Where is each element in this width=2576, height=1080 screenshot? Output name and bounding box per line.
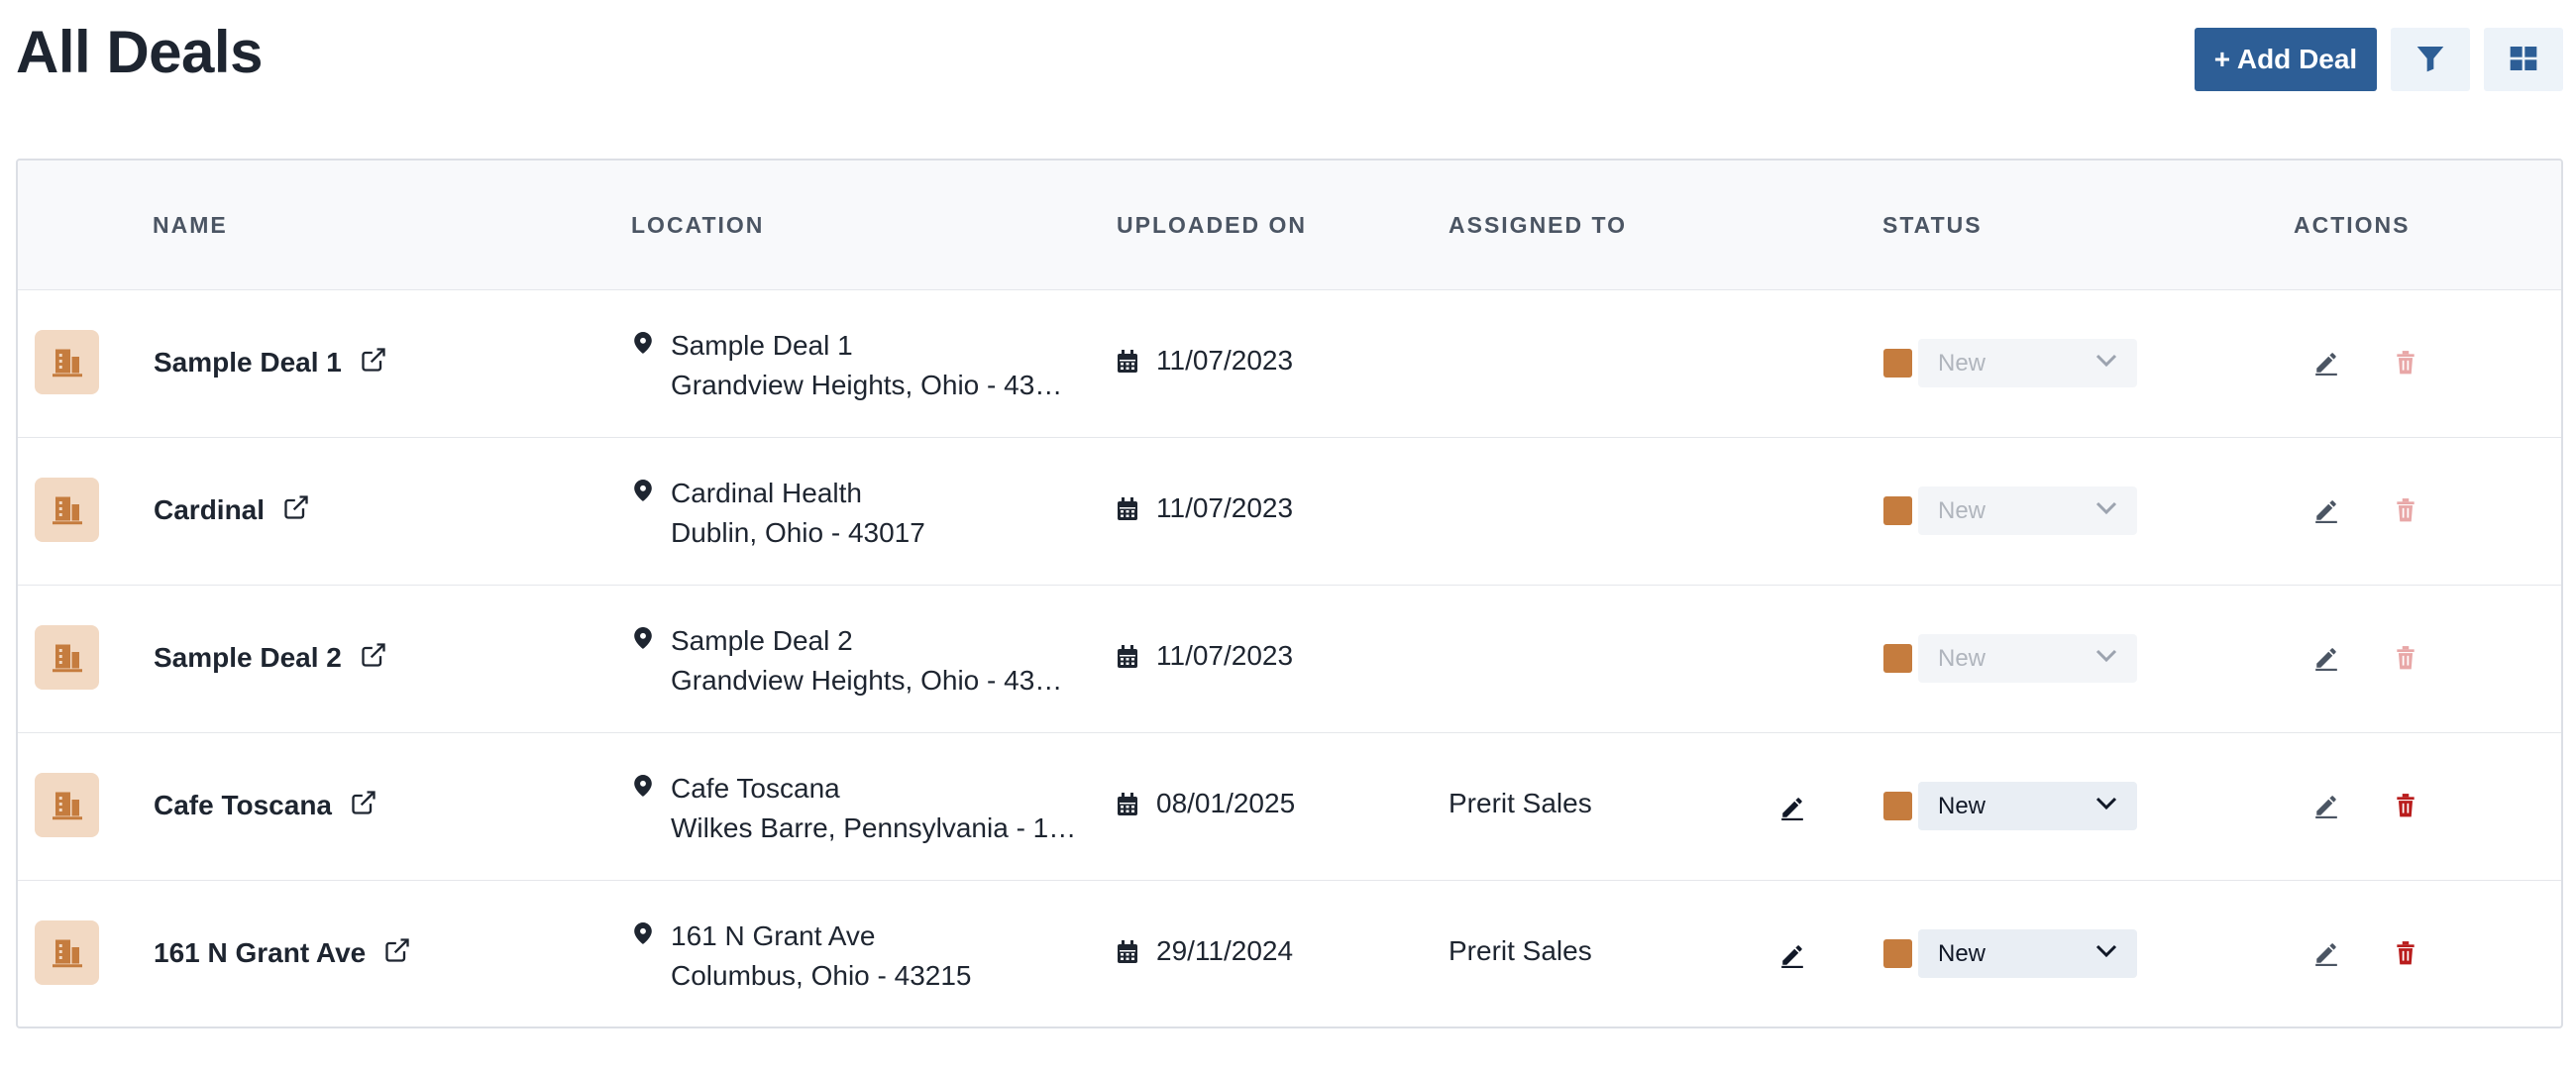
external-link-icon[interactable]	[360, 346, 387, 378]
status-select[interactable]: New	[1918, 339, 2137, 387]
uploaded-date: 11/07/2023	[1156, 492, 1294, 523]
edit-deal-icon[interactable]	[2313, 940, 2339, 971]
calendar-icon	[1117, 793, 1138, 821]
edit-deal-icon[interactable]	[2313, 793, 2339, 823]
column-header-uploaded-on[interactable]: Uploaded On	[1117, 212, 1307, 239]
deal-name[interactable]: 161 N Grant Ave	[154, 937, 366, 969]
building-icon	[35, 920, 99, 985]
calendar-icon	[1117, 497, 1138, 526]
chevron-down-icon	[2095, 501, 2117, 520]
uploaded-date: 11/07/2023	[1156, 640, 1294, 671]
location-name: Cardinal Health	[671, 478, 862, 508]
delete-deal-icon[interactable]	[2394, 940, 2417, 971]
calendar-icon	[1117, 350, 1138, 378]
uploaded-date: 08/01/2025	[1156, 788, 1296, 818]
assigned-to: Prerit Sales	[1449, 788, 1592, 818]
deal-name[interactable]: Cardinal	[154, 494, 265, 526]
building-icon	[35, 330, 99, 394]
table-row: Sample Deal 2 Sample Deal 2 Grandview He…	[18, 586, 2561, 733]
chevron-down-icon	[2095, 649, 2117, 668]
chevron-down-icon	[2095, 797, 2117, 815]
column-header-location[interactable]: Location	[631, 212, 764, 239]
filter-button[interactable]	[2391, 28, 2470, 91]
map-pin-icon	[634, 922, 652, 949]
map-pin-icon	[634, 332, 652, 359]
external-link-icon[interactable]	[383, 936, 411, 969]
status-select[interactable]: New	[1918, 929, 2137, 978]
status-select[interactable]: New	[1918, 782, 2137, 830]
delete-deal-icon[interactable]	[2394, 645, 2417, 676]
deal-name[interactable]: Sample Deal 2	[154, 642, 342, 674]
status-value: New	[1938, 792, 1986, 819]
location-address: Grandview Heights, Ohio - 432…	[671, 370, 1077, 400]
building-icon	[35, 478, 99, 542]
column-header-actions: Actions	[2294, 212, 2411, 238]
location-address: Grandview Heights, Ohio - 432…	[671, 665, 1077, 696]
edit-deal-icon[interactable]	[2313, 497, 2339, 528]
chevron-down-icon	[2095, 944, 2117, 963]
location-name: Cafe Toscana	[671, 773, 840, 804]
table-header: Name Location Uploaded On Assigned To St…	[18, 161, 2561, 290]
column-header-assigned-to[interactable]: Assigned To	[1449, 212, 1627, 239]
location-address: Dublin, Ohio - 43017	[671, 517, 925, 548]
status-color-swatch	[1883, 496, 1912, 525]
grid-view-icon	[2508, 43, 2539, 77]
uploaded-date: 11/07/2023	[1156, 345, 1294, 376]
status-color-swatch	[1883, 349, 1912, 378]
toolbar: + Add Deal	[2195, 28, 2563, 91]
map-pin-icon	[634, 775, 652, 802]
column-header-status[interactable]: Status	[1882, 212, 1983, 239]
status-select[interactable]: New	[1918, 486, 2137, 535]
location-name: Sample Deal 2	[671, 625, 853, 656]
status-color-swatch	[1883, 644, 1912, 673]
edit-deal-icon[interactable]	[2313, 645, 2339, 676]
external-link-icon[interactable]	[360, 641, 387, 674]
table-row: Cafe Toscana Cafe Toscana Wilkes Barre, …	[18, 733, 2561, 881]
deals-table: Name Location Uploaded On Assigned To St…	[16, 159, 2563, 1028]
page-title: All Deals	[16, 19, 263, 85]
table-row: 161 N Grant Ave 161 N Grant Ave Columbus…	[18, 881, 2561, 1026]
building-icon	[35, 773, 99, 837]
location-address: Columbus, Ohio - 43215	[671, 960, 972, 991]
table-row: Sample Deal 1 Sample Deal 1 Grandview He…	[18, 290, 2561, 438]
delete-deal-icon[interactable]	[2394, 350, 2417, 380]
building-icon	[35, 625, 99, 690]
delete-deal-icon[interactable]	[2394, 793, 2417, 823]
status-value: New	[1938, 939, 1986, 967]
column-header-name[interactable]: Name	[153, 212, 228, 239]
status-value: New	[1938, 349, 1986, 377]
status-value: New	[1938, 644, 1986, 672]
filter-icon	[2415, 43, 2446, 77]
edit-deal-icon[interactable]	[2313, 350, 2339, 380]
status-color-swatch	[1883, 939, 1912, 968]
uploaded-date: 29/11/2024	[1156, 935, 1294, 966]
delete-deal-icon[interactable]	[2394, 497, 2417, 528]
map-pin-icon	[634, 627, 652, 654]
deal-name[interactable]: Sample Deal 1	[154, 347, 342, 378]
table-row: Cardinal Cardinal Health Dublin, Ohio - …	[18, 438, 2561, 586]
add-deal-button[interactable]: + Add Deal	[2195, 28, 2377, 91]
status-value: New	[1938, 496, 1986, 524]
external-link-icon[interactable]	[282, 493, 310, 526]
external-link-icon[interactable]	[350, 789, 377, 821]
location-address: Wilkes Barre, Pennsylvania - 1…	[671, 812, 1077, 843]
edit-assignee-icon[interactable]	[1779, 795, 1805, 825]
status-color-swatch	[1883, 792, 1912, 820]
grid-view-button[interactable]	[2484, 28, 2563, 91]
location-name: 161 N Grant Ave	[671, 920, 876, 951]
map-pin-icon	[634, 480, 652, 506]
edit-assignee-icon[interactable]	[1779, 942, 1805, 973]
deal-name[interactable]: Cafe Toscana	[154, 790, 332, 821]
status-select[interactable]: New	[1918, 634, 2137, 683]
calendar-icon	[1117, 645, 1138, 674]
location-name: Sample Deal 1	[671, 330, 853, 361]
calendar-icon	[1117, 940, 1138, 969]
assigned-to: Prerit Sales	[1449, 935, 1592, 966]
chevron-down-icon	[2095, 354, 2117, 373]
